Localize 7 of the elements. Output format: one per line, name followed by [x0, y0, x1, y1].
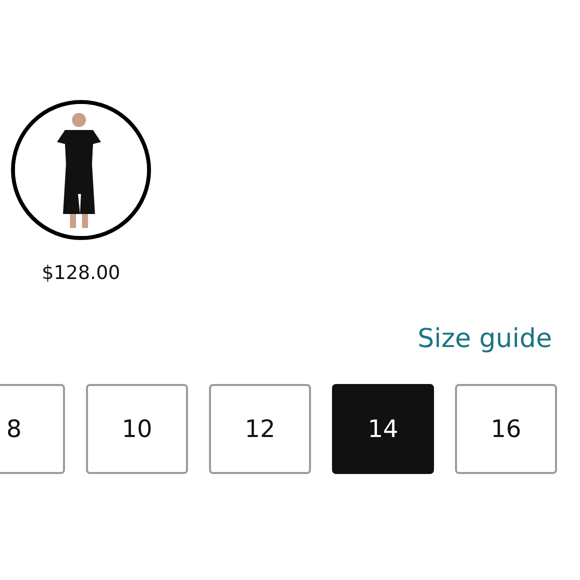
size-option[interactable]: 12	[209, 384, 311, 474]
size-option[interactable]: 8	[0, 384, 65, 474]
size-option[interactable]: 14	[332, 384, 434, 474]
price: $128.00	[42, 262, 120, 284]
size-option[interactable]: 10	[86, 384, 188, 474]
size-guide-link[interactable]: Size guide	[418, 324, 552, 354]
size-option[interactable]: 16	[455, 384, 557, 474]
